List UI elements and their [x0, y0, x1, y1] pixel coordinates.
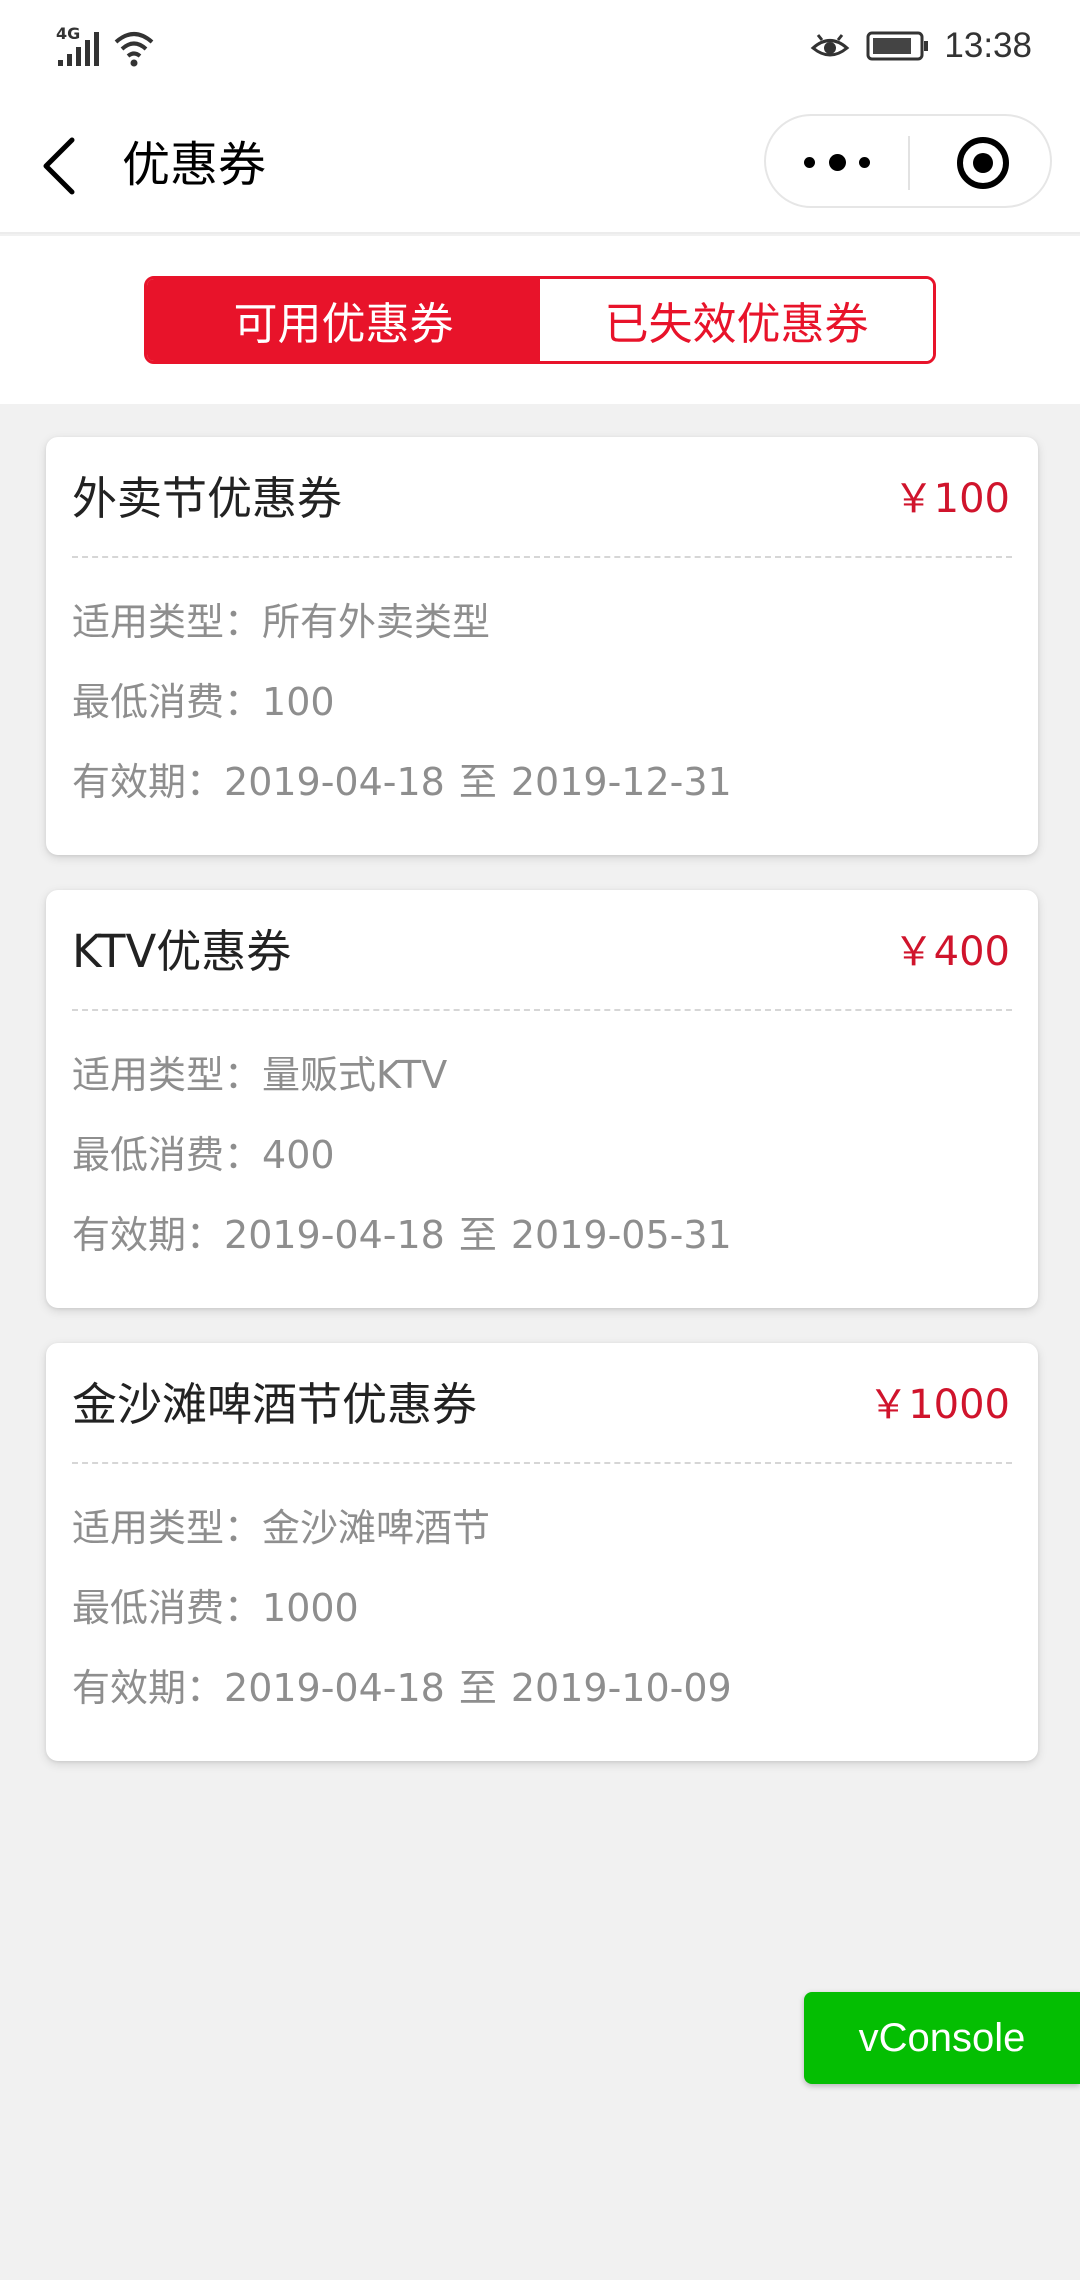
min-value: 1000	[262, 1586, 359, 1630]
vconsole-button[interactable]: vConsole	[804, 1992, 1080, 2084]
valid-label: 有效期：	[72, 1213, 225, 1257]
status-left: 4G	[56, 24, 156, 68]
coupon-amount: ￥1000	[868, 1382, 1010, 1428]
tabs-container: 可用优惠券 已失效优惠券	[0, 236, 1080, 404]
type-label: 适用类型：	[72, 1506, 263, 1550]
tab-available[interactable]: 可用优惠券	[147, 279, 540, 361]
wifi-icon	[114, 32, 154, 67]
type-label: 适用类型：	[72, 1053, 263, 1097]
coupon-type-row: 适用类型：所有外卖类型	[72, 595, 490, 649]
coupon-card[interactable]: 外卖节优惠券 ￥100 适用类型：所有外卖类型 最低消费：100 有效期：201…	[46, 437, 1038, 855]
network-type: 4G	[56, 24, 81, 43]
coupon-divider	[72, 556, 1012, 558]
valid-from: 2019-04-18	[224, 1666, 445, 1710]
more-dots-icon[interactable]	[804, 136, 870, 188]
coupon-valid-row: 有效期：2019-04-18 至 2019-10-09	[72, 1661, 732, 1715]
coupon-divider	[72, 1462, 1012, 1464]
coupon-type-row: 适用类型：量贩式KTV	[72, 1048, 447, 1102]
min-label: 最低消费：	[72, 680, 263, 724]
min-value: 100	[262, 680, 335, 724]
coupon-valid-row: 有效期：2019-04-18 至 2019-12-31	[72, 755, 732, 809]
valid-to: 2019-10-09	[510, 1666, 732, 1710]
coupon-amount: ￥400	[893, 929, 1010, 975]
valid-from: 2019-04-18	[224, 1213, 445, 1257]
coupon-name: 金沙滩啤酒节优惠券	[72, 1378, 478, 1431]
valid-sep: 至	[458, 1666, 497, 1710]
nav-bar: 优惠券	[0, 96, 1080, 234]
coupon-type-row: 适用类型：金沙滩啤酒节	[72, 1501, 490, 1555]
capsule-divider	[908, 136, 910, 190]
min-value: 400	[262, 1133, 335, 1177]
valid-label: 有效期：	[72, 1666, 225, 1710]
valid-from: 2019-04-18	[224, 760, 445, 804]
coupon-tabs: 可用优惠券 已失效优惠券	[144, 276, 936, 364]
status-time: 13:38	[944, 26, 1032, 65]
valid-to: 2019-12-31	[510, 760, 732, 804]
coupon-amount: ￥100	[893, 476, 1010, 522]
coupon-name: 外卖节优惠券	[72, 472, 343, 525]
coupon-min-row: 最低消费：400	[72, 1128, 335, 1182]
coupon-min-row: 最低消费：1000	[72, 1581, 359, 1635]
valid-sep: 至	[458, 760, 497, 804]
miniprogram-capsule	[764, 114, 1052, 208]
type-value: 量贩式KTV	[262, 1053, 448, 1097]
valid-to: 2019-05-31	[510, 1213, 732, 1257]
tab-expired[interactable]: 已失效优惠券	[540, 279, 933, 361]
coupon-card[interactable]: 金沙滩啤酒节优惠券 ￥1000 适用类型：金沙滩啤酒节 最低消费：1000 有效…	[46, 1343, 1038, 1761]
coupon-name: KTV优惠券	[72, 925, 292, 978]
status-right: 13:38	[810, 22, 1032, 70]
coupon-card[interactable]: KTV优惠券 ￥400 适用类型：量贩式KTV 最低消费：400 有效期：201…	[46, 890, 1038, 1308]
type-value: 金沙滩啤酒节	[262, 1506, 491, 1550]
coupon-min-row: 最低消费：100	[72, 675, 335, 729]
target-icon[interactable]	[955, 135, 1011, 191]
type-value: 所有外卖类型	[262, 600, 491, 644]
battery-icon	[866, 31, 929, 61]
min-label: 最低消费：	[72, 1586, 263, 1630]
back-arrow-icon[interactable]	[36, 134, 82, 198]
valid-label: 有效期：	[72, 760, 225, 804]
status-bar: 4G 13:38	[0, 0, 1080, 96]
eye-icon	[811, 34, 850, 57]
page-title: 优惠券	[122, 137, 267, 193]
coupon-divider	[72, 1009, 1012, 1011]
valid-sep: 至	[458, 1213, 497, 1257]
type-label: 适用类型：	[72, 600, 263, 644]
coupon-valid-row: 有效期：2019-04-18 至 2019-05-31	[72, 1208, 732, 1262]
min-label: 最低消费：	[72, 1133, 263, 1177]
